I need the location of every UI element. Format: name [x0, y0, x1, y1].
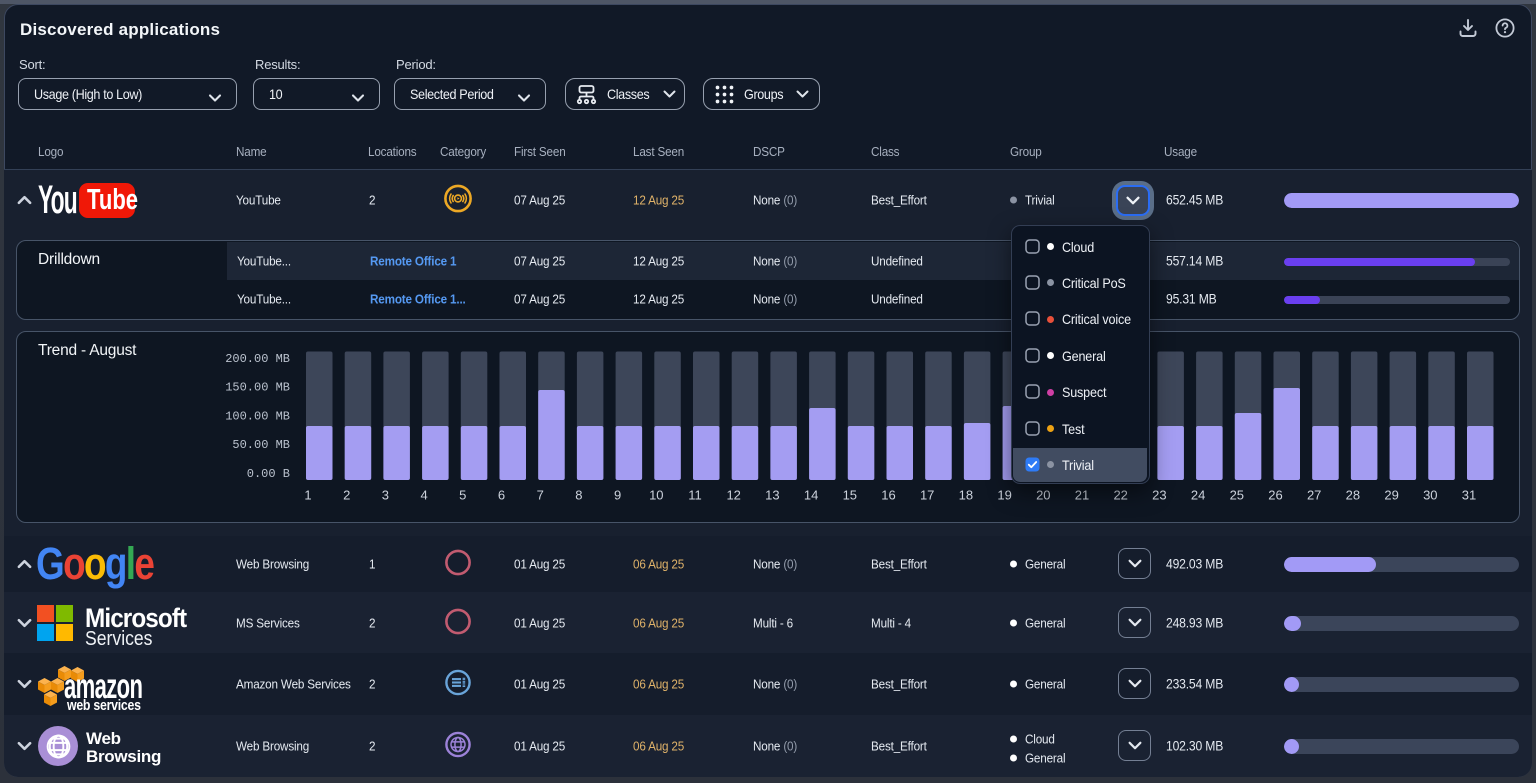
svg-text:8: 8 — [575, 488, 582, 503]
svg-text:50.00 MB: 50.00 MB — [232, 438, 290, 452]
svg-text:19: 19 — [997, 488, 1011, 503]
svg-text:7: 7 — [537, 488, 544, 503]
svg-text:21: 21 — [1075, 488, 1089, 503]
svg-text:13: 13 — [765, 488, 779, 503]
svg-text:3: 3 — [382, 488, 389, 503]
svg-text:4: 4 — [420, 488, 427, 503]
svg-text:29: 29 — [1384, 488, 1398, 503]
svg-text:100.00 MB: 100.00 MB — [225, 409, 290, 423]
svg-text:23: 23 — [1152, 488, 1166, 503]
svg-text:26: 26 — [1268, 488, 1282, 503]
svg-text:24: 24 — [1191, 488, 1205, 503]
svg-text:9: 9 — [614, 488, 621, 503]
svg-text:25: 25 — [1230, 488, 1244, 503]
svg-text:31: 31 — [1462, 488, 1476, 503]
svg-text:12: 12 — [726, 488, 740, 503]
svg-text:22: 22 — [1113, 488, 1127, 503]
svg-text:11: 11 — [688, 488, 702, 503]
svg-text:200.00 MB: 200.00 MB — [225, 352, 290, 366]
svg-text:150.00 MB: 150.00 MB — [225, 381, 290, 395]
svg-text:10: 10 — [649, 488, 663, 503]
svg-text:14: 14 — [804, 488, 818, 503]
svg-text:18: 18 — [959, 488, 973, 503]
svg-text:16: 16 — [881, 488, 895, 503]
svg-text:27: 27 — [1307, 488, 1321, 503]
svg-text:5: 5 — [459, 488, 466, 503]
svg-text:6: 6 — [498, 488, 505, 503]
svg-text:17: 17 — [920, 488, 934, 503]
svg-text:0.00 B: 0.00 B — [247, 467, 290, 481]
svg-text:2: 2 — [343, 488, 350, 503]
svg-text:30: 30 — [1423, 488, 1437, 503]
svg-text:20: 20 — [1036, 488, 1050, 503]
svg-text:28: 28 — [1346, 488, 1360, 503]
svg-text:15: 15 — [843, 488, 857, 503]
svg-text:1: 1 — [304, 488, 311, 503]
